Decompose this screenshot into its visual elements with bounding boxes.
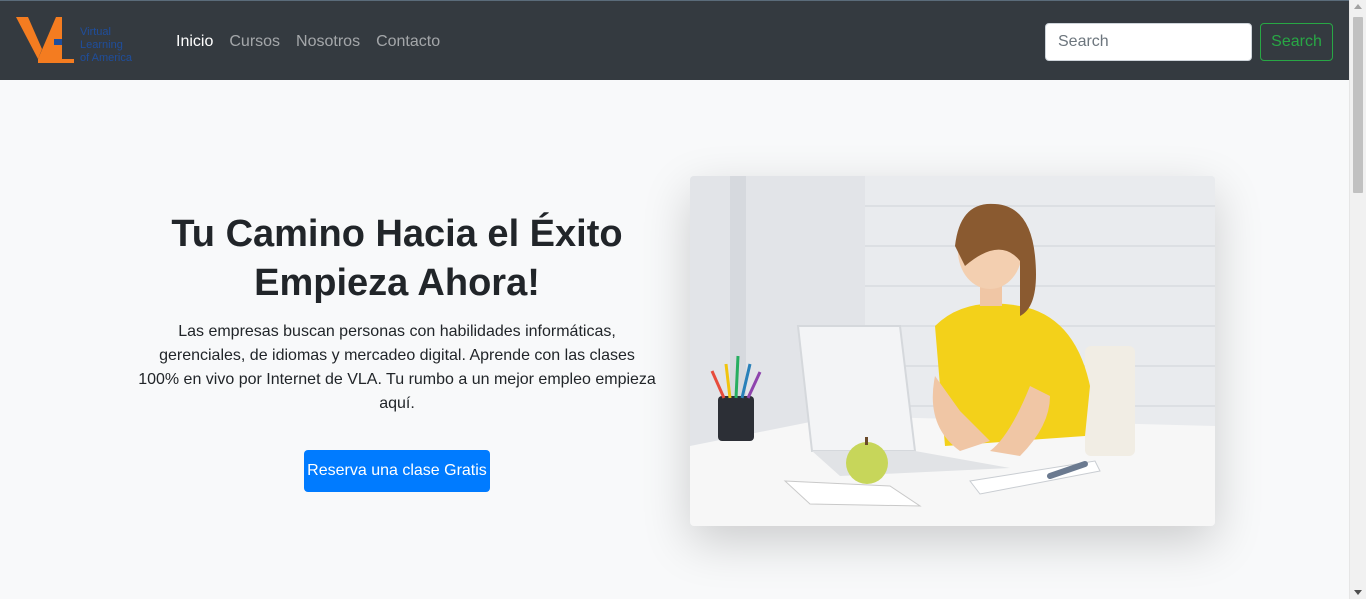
hero-description: Las empresas buscan personas con habilid…: [138, 323, 656, 412]
hero-text-block: Tu Camino Hacia el Éxito Empieza Ahora! …: [130, 210, 664, 416]
nav-link-cursos[interactable]: Cursos: [229, 31, 280, 53]
search-input[interactable]: [1045, 23, 1252, 61]
vla-logo[interactable]: Virtual Learning of America: [16, 15, 156, 67]
book-free-class-button[interactable]: Reserva una clase Gratis: [304, 450, 490, 492]
scroll-up-arrow-icon[interactable]: [1354, 4, 1362, 9]
page-scrollbar[interactable]: [1349, 0, 1366, 599]
hero-title-line-1: Tu Camino Hacia el Éxito: [171, 213, 623, 255]
hero-photo-student-laptop: [690, 176, 1215, 526]
nav-links: Inicio Cursos Nosotros Contacto: [176, 31, 440, 53]
svg-text:of America: of America: [80, 52, 133, 64]
nav-link-inicio[interactable]: Inicio: [176, 31, 213, 53]
top-navbar: Virtual Learning of America Inicio Curso…: [0, 0, 1349, 80]
nav-link-nosotros[interactable]: Nosotros: [296, 31, 360, 53]
svg-text:Learning: Learning: [80, 39, 123, 51]
hero-title-line-2: Empieza Ahora!: [254, 262, 540, 304]
scrollbar-thumb[interactable]: [1353, 17, 1363, 193]
hero-title: Tu Camino Hacia el Éxito Empieza Ahora!: [130, 210, 664, 308]
brand-text: Virtual: [80, 26, 111, 38]
search-form: Search: [1045, 23, 1333, 61]
scroll-down-arrow-icon[interactable]: [1354, 590, 1362, 595]
search-button[interactable]: Search: [1260, 23, 1333, 61]
nav-link-contacto[interactable]: Contacto: [376, 31, 440, 53]
